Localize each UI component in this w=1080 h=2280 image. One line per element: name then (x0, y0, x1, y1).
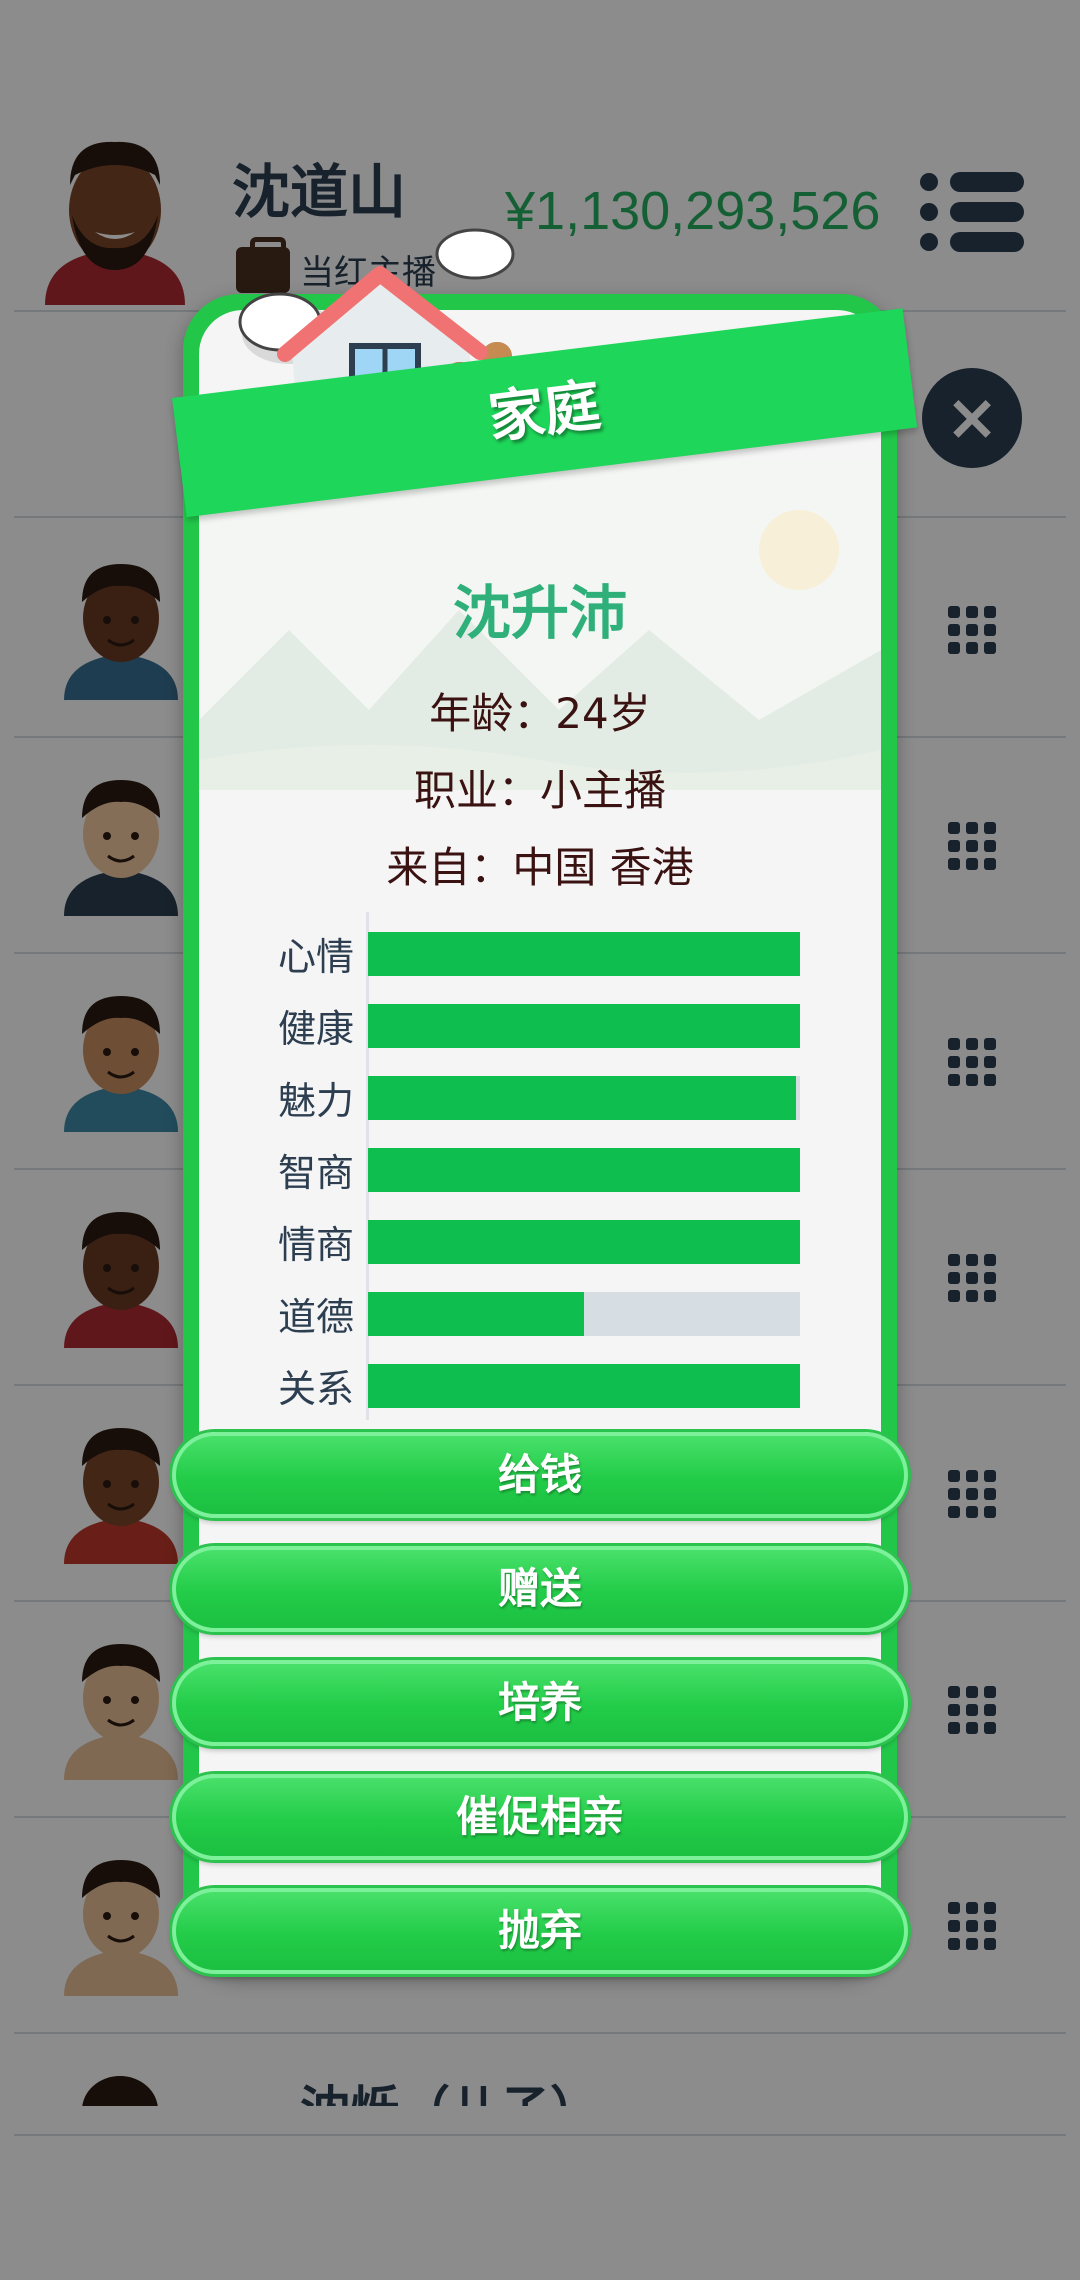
stat-bar (368, 1148, 800, 1192)
stat-bar-fill (368, 1004, 800, 1048)
stat-bar (368, 932, 800, 976)
give-money-button[interactable]: 给钱 (172, 1432, 908, 1518)
stat-bar (368, 1004, 800, 1048)
stat-label: 关系 (277, 1367, 354, 1411)
stat-row: 魅力 (262, 1056, 802, 1132)
child-age: 年龄：24岁 (429, 689, 651, 738)
stat-row: 心情 (262, 912, 802, 988)
stat-bar-fill (368, 1292, 584, 1336)
stat-bar-fill (368, 1148, 800, 1192)
stat-label: 健康 (277, 1007, 354, 1051)
child-name: 沈升沛 (452, 579, 627, 647)
child-origin: 来自：中国 香港 (386, 843, 694, 892)
urge-blind-date-button[interactable]: 催促相亲 (172, 1774, 908, 1860)
stat-label: 智商 (277, 1151, 354, 1195)
stat-label: 心情 (277, 935, 354, 979)
stat-bar-fill (368, 932, 800, 976)
stat-row: 道德 (262, 1272, 802, 1348)
stat-bar-fill (368, 1220, 800, 1264)
stat-bar (368, 1076, 800, 1120)
stat-bar (368, 1364, 800, 1408)
stat-bar-fill (368, 1364, 800, 1408)
child-job: 职业：小主播 (413, 766, 666, 815)
train-button[interactable]: 培养 (172, 1660, 908, 1746)
stat-label: 道德 (277, 1295, 354, 1339)
abandon-button[interactable]: 抛弃 (172, 1888, 908, 1974)
stat-row: 健康 (262, 984, 802, 1060)
stat-bar (368, 1220, 800, 1264)
stat-bar-fill (368, 1076, 796, 1120)
stat-row: 关系 (262, 1344, 802, 1420)
stat-label: 魅力 (277, 1079, 354, 1123)
stat-row: 智商 (262, 1128, 802, 1204)
stat-row: 情商 (262, 1200, 802, 1276)
stat-bar (368, 1292, 800, 1336)
stat-label: 情商 (277, 1223, 354, 1267)
gift-button[interactable]: 赠送 (172, 1546, 908, 1632)
